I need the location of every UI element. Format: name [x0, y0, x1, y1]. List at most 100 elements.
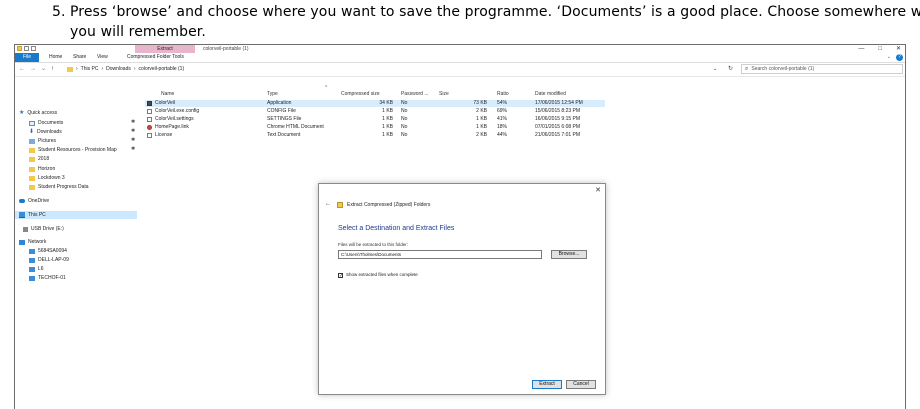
sidebar-item-pictures[interactable]: Pictures	[29, 137, 56, 145]
cell-date: 07/01/2015 6:08 PM	[535, 124, 581, 130]
pin-icon[interactable]: ✱	[131, 119, 135, 125]
pin-icon[interactable]: ✱	[131, 137, 135, 143]
cell-size: 73 KB	[473, 100, 487, 106]
sidebar-item-student-progress-data[interactable]: Student Progress Data	[29, 183, 89, 191]
sidebar-item-label: Student Resources - Provision Map	[38, 147, 117, 153]
sidebar-item-techof-01[interactable]: TECHOF-01	[29, 274, 66, 282]
sidebar-item-l6[interactable]: L6	[29, 265, 44, 273]
cell-name: ColorVeil.exe.config	[155, 108, 200, 114]
sidebar-item-network[interactable]: Network	[19, 238, 46, 246]
tab-share[interactable]: Share	[73, 53, 86, 62]
breadcrumb-downloads[interactable]: Downloads	[106, 65, 131, 74]
sidebar-item-horizon[interactable]: Horizon	[29, 165, 55, 173]
tab-home[interactable]: Home	[49, 53, 62, 62]
address-dropdown-icon[interactable]: ⌄	[713, 65, 717, 74]
table-row[interactable]: ColorVeil Application 34 KB No 73 KB 54% 17/06…	[145, 100, 605, 107]
forward-button[interactable]: →	[30, 65, 36, 74]
cell-password: No	[401, 132, 408, 138]
refresh-icon[interactable]: ↻	[728, 65, 733, 74]
cell-password: No	[401, 116, 408, 122]
back-button[interactable]: ←	[19, 65, 25, 74]
sidebar-item-downloads[interactable]: ⬇ Downloads	[29, 128, 62, 136]
extract-button[interactable]: Extract	[532, 380, 562, 389]
table-row[interactable]: ColorVeil.exe.config CONFIG File 1 KB No 2 K…	[145, 108, 605, 115]
cell-compressed: 1 KB	[382, 132, 393, 138]
folder-icon	[29, 166, 35, 172]
column-header-password[interactable]: Password ...	[401, 91, 429, 97]
column-header-ratio[interactable]: Ratio	[497, 91, 509, 97]
breadcrumb-this-pc[interactable]: This PC	[81, 65, 99, 74]
folder-icon	[17, 46, 22, 51]
navigation-pane: ★ Quick access Documents ✱ ⬇ Downloads ✱ Pictur…	[15, 79, 139, 409]
cancel-button[interactable]: Cancel	[566, 380, 596, 389]
instruction-line-2: you will remember.	[70, 24, 206, 40]
sidebar-item-dell-lap-09[interactable]: DELL-LAP-09	[29, 256, 69, 264]
instruction-line-1: 5. Press ‘browse’ and choose where you wa…	[52, 4, 920, 20]
cell-type: CONFIG File	[267, 108, 296, 114]
browse-button[interactable]: Browse...	[551, 250, 587, 259]
cell-size: 2 KB	[476, 132, 487, 138]
column-header-name[interactable]: Name	[161, 91, 174, 97]
cell-type: Chrome HTML Document	[267, 124, 324, 130]
show-extracted-checkbox[interactable]: ✓	[338, 273, 343, 279]
tab-file[interactable]: File	[15, 53, 39, 62]
sidebar-item-label: Pictures	[38, 138, 57, 144]
ribbon-expand-icon[interactable]: ⌄	[887, 53, 891, 62]
folder-icon	[29, 175, 35, 181]
ribbon-tabs: File Home Share View Compressed Folder T…	[15, 53, 905, 63]
computer-icon	[29, 248, 35, 254]
table-row[interactable]: ColorVeil.settings SETTINGS File 1 KB No 1 K…	[145, 116, 605, 123]
sidebar-item-usb-drive-e[interactable]: USB Drive (E:)	[23, 225, 64, 233]
tab-extract[interactable]: Extract	[135, 45, 195, 53]
cell-size: 2 KB	[476, 108, 487, 114]
tab-view[interactable]: View	[97, 53, 108, 62]
minimize-button[interactable]: —	[858, 45, 864, 53]
sidebar-item-2018[interactable]: 2018	[29, 155, 49, 163]
maximize-button[interactable]: □	[878, 45, 882, 53]
pin-icon[interactable]: ✱	[131, 146, 135, 152]
instruction-text: 5. Press ‘browse’ and choose where you wa…	[0, 0, 920, 44]
breadcrumb-current-folder[interactable]: colorveil-portable (1)	[139, 65, 185, 74]
table-row[interactable]: License Text Document 1 KB No 2 KB 44% 21/06/2…	[145, 132, 605, 139]
column-header-date-modified[interactable]: Date modified	[535, 91, 566, 97]
star-icon: ★	[19, 110, 25, 116]
computer-icon	[29, 257, 35, 263]
pin-icon[interactable]: ✱	[131, 128, 135, 134]
downloads-icon: ⬇	[29, 129, 35, 135]
cell-type: SETTINGS File	[267, 116, 302, 122]
sidebar-item-lockdown-3[interactable]: Lockdown 3	[29, 174, 65, 182]
sort-indicator-icon: ^	[325, 85, 328, 91]
sidebar-item-onedrive[interactable]: OneDrive	[19, 197, 49, 205]
table-row[interactable]: HomePage.link Chrome HTML Document 1 KB No 1…	[145, 124, 605, 131]
cell-date: 16/06/2015 9:15 PM	[535, 116, 581, 122]
sidebar-item-this-pc[interactable]: This PC	[15, 211, 137, 219]
tab-compressed-folder-tools[interactable]: Compressed Folder Tools	[127, 53, 184, 62]
sidebar-item-quick-access[interactable]: ★ Quick access	[19, 109, 57, 117]
new-folder-icon[interactable]	[31, 46, 36, 51]
breadcrumb-separator: ›	[101, 66, 104, 72]
search-input[interactable]: ⌕ Search colorveil-portable (1)	[741, 64, 903, 74]
close-button[interactable]: ✕	[896, 45, 901, 53]
up-button[interactable]: ↑	[51, 65, 54, 74]
sidebar-item-5684sa0094[interactable]: 5684SA0094	[29, 247, 67, 255]
dialog-back-button[interactable]: ←	[325, 201, 331, 207]
cell-ratio: 41%	[497, 116, 508, 122]
sidebar-item-label: Network	[28, 239, 47, 245]
sidebar-item-student-resources-provision-map[interactable]: Student Resources - Provision Map	[29, 146, 117, 154]
dialog-close-button[interactable]: ✕	[595, 186, 601, 194]
sidebar-item-documents[interactable]: Documents	[29, 119, 63, 127]
settings-file-icon	[147, 117, 152, 122]
column-header-compressed-size[interactable]: Compressed size	[341, 91, 380, 97]
cell-password: No	[401, 108, 408, 114]
instruction-line-1-text: Press ‘browse’ and choose where you want…	[70, 4, 920, 20]
sidebar-item-label: OneDrive	[28, 198, 50, 204]
destination-path-input[interactable]	[338, 250, 542, 259]
cell-compressed: 1 KB	[382, 124, 393, 130]
help-icon[interactable]: ?	[896, 54, 903, 61]
column-header-size[interactable]: Size	[439, 91, 449, 97]
recent-locations-button[interactable]: ⌄	[41, 65, 46, 74]
nav-buttons: ← → ⌄ ↑	[19, 65, 54, 74]
column-header-type[interactable]: Type	[267, 91, 278, 97]
properties-icon[interactable]	[24, 46, 29, 51]
cell-name: ColorVeil	[155, 100, 176, 106]
